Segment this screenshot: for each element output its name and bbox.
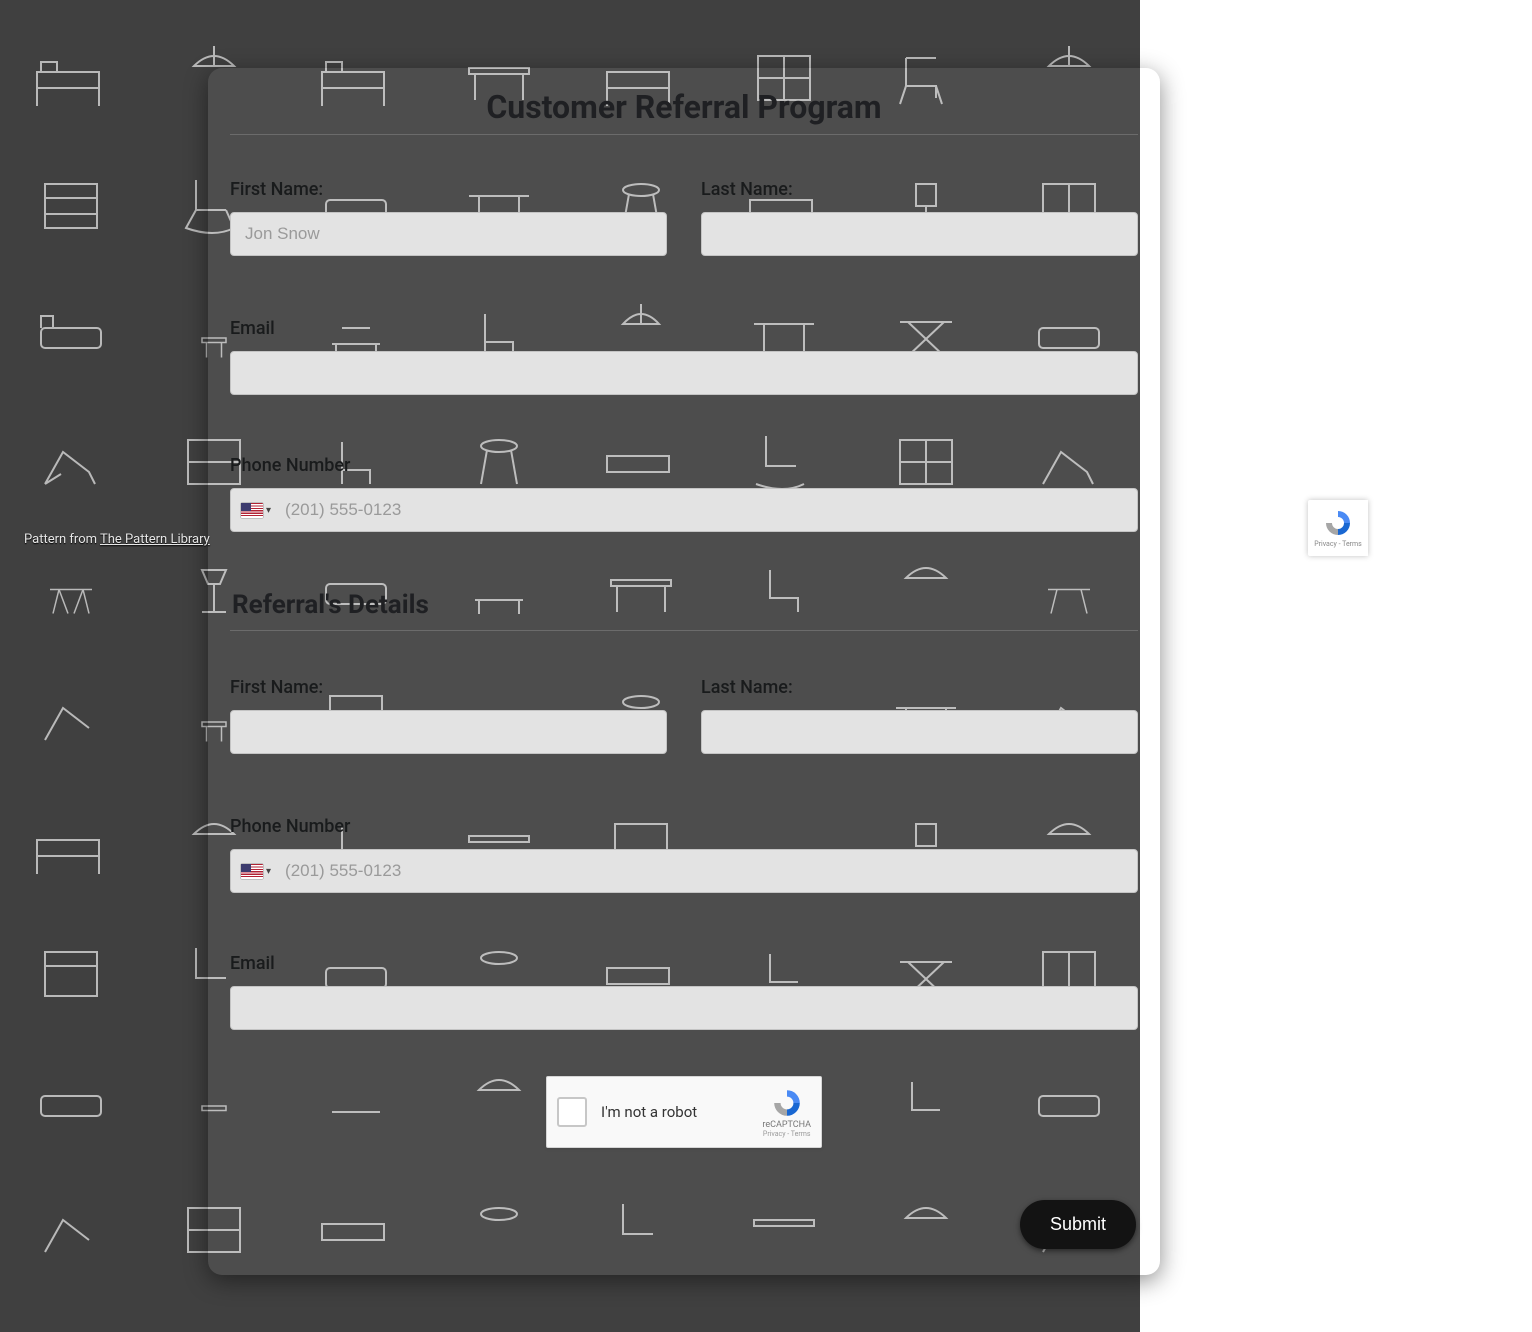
customer-email-input[interactable] bbox=[230, 351, 1138, 395]
viewport: Pattern from The Pattern Library Custome… bbox=[0, 0, 1532, 1332]
page-title: Customer Referral Program bbox=[230, 88, 1138, 126]
recaptcha-icon bbox=[771, 1087, 803, 1119]
attribution-prefix: Pattern from bbox=[24, 532, 100, 547]
submit-button[interactable]: Submit bbox=[1020, 1200, 1136, 1249]
email-label: Email bbox=[230, 953, 1138, 974]
customer-last-name-field: Last Name: bbox=[701, 179, 1138, 256]
recaptcha-badge[interactable]: Privacy - Terms bbox=[1308, 500, 1368, 556]
email-label: Email bbox=[230, 318, 1138, 339]
referral-last-name-field: Last Name: bbox=[701, 677, 1138, 754]
customer-name-row: First Name: Last Name: bbox=[230, 179, 1138, 256]
first-name-label: First Name: bbox=[230, 677, 667, 698]
recaptcha-badge-terms: Privacy - Terms bbox=[1314, 541, 1362, 549]
submit-row: Submit bbox=[230, 1200, 1138, 1249]
customer-email-field: Email bbox=[230, 318, 1138, 395]
referral-first-name-input[interactable] bbox=[230, 710, 667, 754]
recaptcha-terms[interactable]: Privacy - Terms bbox=[763, 1131, 811, 1138]
chevron-down-icon: ▾ bbox=[266, 505, 271, 516]
referral-email-input[interactable] bbox=[230, 986, 1138, 1030]
recaptcha-service-name: reCAPTCHA bbox=[762, 1121, 811, 1130]
flag-us-icon bbox=[241, 503, 263, 518]
referral-phone-input[interactable] bbox=[275, 850, 1137, 892]
referral-email-field: Email bbox=[230, 953, 1138, 1030]
phone-country-selector[interactable]: ▾ bbox=[237, 499, 275, 522]
referral-phone-row: Phone Number ▾ bbox=[230, 816, 1138, 893]
chevron-down-icon: ▾ bbox=[266, 866, 271, 877]
referral-last-name-input[interactable] bbox=[701, 710, 1138, 754]
customer-phone-input[interactable] bbox=[275, 489, 1137, 531]
referral-first-name-field: First Name: bbox=[230, 677, 667, 754]
customer-phone-input-wrap: ▾ bbox=[230, 488, 1138, 532]
customer-last-name-input[interactable] bbox=[701, 212, 1138, 256]
customer-phone-row: Phone Number ▾ bbox=[230, 455, 1138, 532]
flag-us-icon bbox=[241, 864, 263, 879]
last-name-label: Last Name: bbox=[701, 677, 1138, 698]
referral-section-title: Referral's Details bbox=[232, 590, 1138, 620]
customer-first-name-input[interactable] bbox=[230, 212, 667, 256]
phone-label: Phone Number bbox=[230, 816, 1138, 837]
phone-label: Phone Number bbox=[230, 455, 1138, 476]
customer-first-name-field: First Name: bbox=[230, 179, 667, 256]
customer-email-row: Email bbox=[230, 318, 1138, 395]
last-name-label: Last Name: bbox=[701, 179, 1138, 200]
divider bbox=[230, 134, 1138, 135]
attribution-link[interactable]: The Pattern Library bbox=[100, 532, 210, 547]
phone-country-selector[interactable]: ▾ bbox=[237, 860, 275, 883]
referral-email-row: Email bbox=[230, 953, 1138, 1030]
referral-form-modal: Customer Referral Program First Name: La… bbox=[208, 68, 1160, 1275]
divider bbox=[230, 630, 1138, 631]
recaptcha-label: I'm not a robot bbox=[601, 1103, 748, 1121]
referral-phone-input-wrap: ▾ bbox=[230, 849, 1138, 893]
recaptcha-branding: reCAPTCHA Privacy - Terms bbox=[762, 1087, 811, 1138]
referral-phone-field: Phone Number ▾ bbox=[230, 816, 1138, 893]
referral-name-row: First Name: Last Name: bbox=[230, 677, 1138, 754]
first-name-label: First Name: bbox=[230, 179, 667, 200]
recaptcha-widget: I'm not a robot reCAPTCHA Privacy - Term… bbox=[546, 1076, 822, 1148]
pattern-attribution: Pattern from The Pattern Library bbox=[24, 532, 210, 547]
recaptcha-icon bbox=[1323, 508, 1353, 538]
customer-phone-field: Phone Number ▾ bbox=[230, 455, 1138, 532]
recaptcha-checkbox[interactable] bbox=[557, 1097, 587, 1127]
